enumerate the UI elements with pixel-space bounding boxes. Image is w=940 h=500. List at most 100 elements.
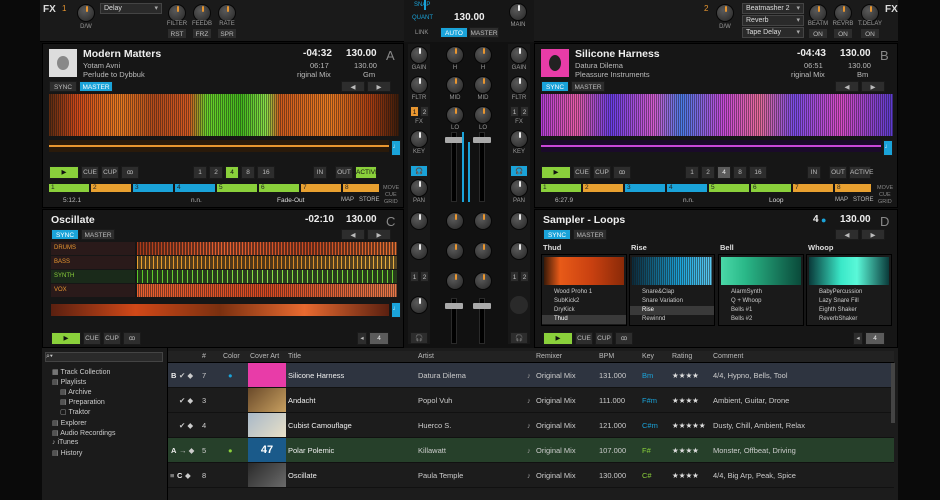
pan-knob-a[interactable] [410,179,428,197]
deck-a-loop-8[interactable]: 8 [241,166,255,179]
slot-2-item-3[interactable]: Rise [630,306,714,315]
col-comment[interactable]: Comment [713,353,743,360]
deck-c-loop-size[interactable]: 4 [369,332,389,345]
deck-c-pitch-left[interactable]: ◀ [341,229,365,240]
deck-b-store[interactable]: STORE [853,197,874,203]
deck-a-flux-button[interactable]: ꝏ [121,166,139,179]
row-2-rating[interactable]: ★★★★ [672,396,699,405]
fx-left-label[interactable]: FX [43,4,56,15]
track-row-5[interactable]: ≡ C ◆ 8 Oscillate Paula Temple ♪ Origina… [168,463,894,488]
volume-fader-b[interactable] [473,132,491,202]
filter-knob-d[interactable] [510,242,528,260]
fx-right-effect-3[interactable]: Tape Delay [742,27,804,38]
browser-scrollbar[interactable] [891,363,895,423]
fx-right-dw-knob[interactable] [716,4,734,22]
deck-b-master-button[interactable]: MASTER [571,81,605,92]
fx-assign-2-d[interactable]: 2 [520,271,529,282]
deck-b-out-button[interactable]: OUT [829,166,847,179]
track-row-3[interactable]: ✔ ◆ 4 Cubist Camouflage Huerco S. ♪ Orig… [168,413,894,438]
stem-bass-waveform[interactable] [137,256,397,269]
track-row-2[interactable]: ✔ ◆ 3 Andacht Popol Vuh ♪ Original Mix 1… [168,388,894,413]
stem-vox[interactable]: VOX [51,284,135,297]
col-key[interactable]: Key [642,353,654,360]
track-row-1[interactable]: B ✔ ◆ 7 ● Silicone Harness Datura Dilema… [168,363,894,388]
eq-lo-a[interactable] [446,106,464,124]
deck-b-overview[interactable] [541,140,881,152]
tree-preparation[interactable]: ▤ Preparation [60,398,105,406]
fx-assign-1-a[interactable]: 1 [410,106,419,117]
filter-knob-a[interactable] [410,76,428,94]
row-1-rating[interactable]: ★★★★ [672,371,699,380]
stem-drums-waveform[interactable] [137,242,397,255]
deck-c-cup-button[interactable]: CUP [103,332,121,345]
tree-explorer[interactable]: ▤ Explorer [52,419,87,427]
deck-a-loop-16[interactable]: 16 [257,166,275,179]
col-bpm[interactable]: BPM [599,353,614,360]
main-volume-knob[interactable] [509,3,527,21]
deck-a-note-button[interactable]: ♩ [391,140,401,156]
key-knob-c[interactable] [410,296,428,314]
tree-history[interactable]: ▤ History [52,449,82,457]
deck-c-overview[interactable] [51,304,389,316]
deck-b-waveform[interactable] [541,94,893,136]
deck-d-pitch-right[interactable]: ▶ [861,229,885,240]
eq-lo-b[interactable] [474,106,492,124]
deck-d-play-button[interactable]: ▶ [543,332,573,345]
eq-mid-a[interactable] [446,76,464,94]
deck-a-loop-1[interactable]: 1 [193,166,207,179]
deck-a-in-button[interactable]: IN [313,166,327,179]
fx-right-beatm-knob[interactable] [809,4,827,22]
key-knob-b[interactable] [510,130,528,148]
fx-right-on-2[interactable]: ON [833,28,853,39]
deck-a-waveform[interactable] [49,94,399,136]
fx-left-spr-button[interactable]: SPR [217,28,237,39]
slot-4-item-3[interactable]: Eighth Shaker [807,306,891,315]
row-4-rating[interactable]: ★★★★ [672,446,699,455]
eq-lo-c[interactable] [446,272,464,290]
deck-a-play-button[interactable]: ▶ [49,166,79,179]
fx-left-rst-button[interactable]: RST [167,28,187,39]
slot-4-item-2[interactable]: Lazy Snare Fill [807,297,891,306]
fx-right-tdelay-knob[interactable] [861,4,879,22]
filter-knob-b[interactable] [510,76,528,94]
deck-b-pitch-right[interactable]: ▶ [861,81,885,92]
fx-left-filter-knob[interactable] [168,4,186,22]
slot-1-item-2[interactable]: SubKick2 [542,297,626,306]
deck-b-map[interactable]: MAP [835,197,848,203]
deck-a-out-button[interactable]: OUT [335,166,353,179]
slot-1-item-3[interactable]: DryKick [542,306,626,315]
deck-c-master-button[interactable]: MASTER [81,229,115,240]
deck-b-note-button[interactable]: ♩ [883,140,893,156]
deck-a-map[interactable]: MAP [341,197,354,203]
deck-b-loop-4[interactable]: 4 [717,166,731,179]
row-5-rating[interactable]: ★★★★ [672,471,699,480]
deck-a-pitch-left[interactable]: ◀ [341,81,365,92]
deck-b-flux-button[interactable]: ꝏ [613,166,631,179]
tree-itunes[interactable]: ♪ iTunes [52,439,78,446]
tree-playlists[interactable]: ▤ Playlists [52,378,86,386]
volume-fader-d[interactable] [473,298,491,344]
eq-mid-d[interactable] [474,242,492,260]
deck-b-loop-2[interactable]: 2 [701,166,715,179]
stem-bass[interactable]: BASS [51,256,135,269]
eq-mid-c[interactable] [446,242,464,260]
fx-assign-2-c[interactable]: 2 [420,271,429,282]
deck-d-flux-button[interactable]: ꝏ [615,332,633,345]
stem-synth[interactable]: SYNTH [51,270,135,283]
snap-toggle[interactable]: SNAP [414,2,430,8]
deck-c-cue-button[interactable]: CUE [83,332,101,345]
deck-b-play-button[interactable]: ▶ [541,166,571,179]
deck-a-sync-button[interactable]: SYNC [49,81,77,92]
col-rating[interactable]: Rating [672,353,692,360]
slot-1-item-4[interactable]: Thud [542,315,626,324]
deck-a-active-button[interactable]: ACTIVE [355,166,379,179]
headphone-button-c[interactable]: 🎧 [410,332,428,344]
deck-d-cue-button[interactable]: CUE [575,332,593,345]
col-number[interactable]: # [202,353,206,360]
fx-assign-2-a[interactable]: 2 [420,106,429,117]
deck-a-cue-button[interactable]: CUE [81,166,99,179]
eq-hi-a[interactable] [446,46,464,64]
eq-lo-d[interactable] [474,272,492,290]
slot-2-item-1[interactable]: Snare&Clap [630,288,714,297]
deck-b-loop-select[interactable]: Loop [769,197,783,204]
